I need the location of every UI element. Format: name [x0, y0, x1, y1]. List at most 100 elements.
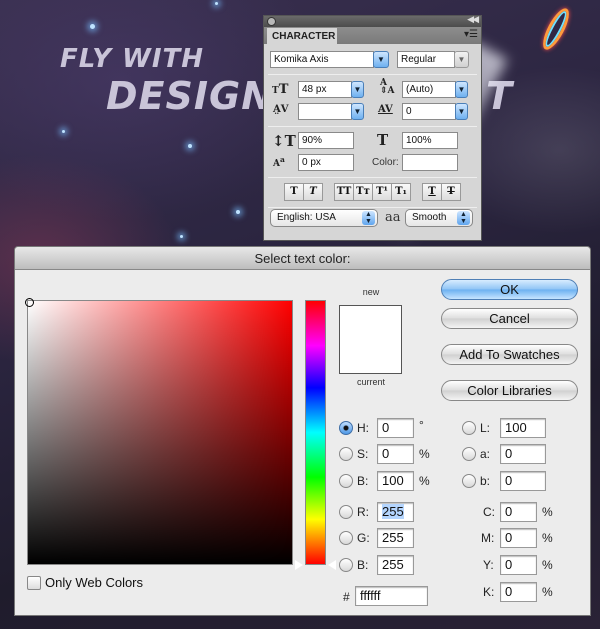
star [188, 144, 192, 148]
collapse-icon[interactable]: ◀◀ [467, 14, 479, 25]
hue-slider-arrow-right[interactable] [328, 560, 336, 570]
baseline-shift-field[interactable]: 0 px [298, 154, 354, 171]
faux-italic-button[interactable]: T [303, 183, 323, 201]
color-label: Color: [372, 157, 399, 168]
superscript-button[interactable]: T¹ [372, 183, 392, 201]
rocket-icon [538, 4, 574, 54]
green-label: G: [357, 531, 370, 545]
faux-bold-button[interactable]: T [284, 183, 304, 201]
strikethrough-button[interactable]: T [441, 183, 461, 201]
font-style-dropdown[interactable]: ▼ [454, 51, 469, 68]
green-radio[interactable] [339, 531, 353, 545]
lab-b-field[interactable]: 0 [500, 471, 546, 491]
small-caps-button[interactable]: Tт [353, 183, 373, 201]
brightness-label: B: [357, 474, 369, 488]
lab-a-field[interactable]: 0 [500, 444, 546, 464]
red-value: 255 [382, 504, 404, 519]
add-to-swatches-button[interactable]: Add To Swatches [441, 344, 578, 365]
tab-character[interactable]: CHARACTER [267, 28, 337, 44]
font-size-dropdown[interactable]: ▼ [351, 81, 364, 98]
vertical-scale-icon: ↕T [272, 132, 296, 150]
yellow-field[interactable]: 0 [500, 555, 537, 575]
saturation-label: S: [357, 447, 369, 461]
hue-field[interactable]: 0 [377, 418, 414, 438]
baseline-shift-icon: Aa [273, 155, 285, 169]
close-icon[interactable] [267, 17, 276, 26]
cyan-unit: % [542, 505, 553, 519]
antialias-value: Smooth [412, 212, 447, 223]
color-libraries-button[interactable]: Color Libraries [441, 380, 578, 401]
horizontal-scale-field[interactable]: 100% [402, 132, 458, 149]
star [180, 235, 183, 238]
color-preview-swatch[interactable] [339, 305, 402, 374]
font-size-icon: TT [272, 82, 289, 97]
panel-titlebar[interactable]: ◀◀ [264, 14, 481, 27]
star [62, 130, 65, 133]
black-label: K: [483, 585, 495, 599]
red-field[interactable]: 255 [377, 502, 414, 522]
red-radio[interactable] [339, 505, 353, 519]
tracking-dropdown[interactable]: ▼ [455, 103, 468, 120]
language-value: English: USA [277, 212, 336, 223]
green-field[interactable]: 255 [377, 528, 414, 548]
headline-line1: FLY WITH [60, 44, 205, 74]
magenta-field[interactable]: 0 [500, 528, 537, 548]
font-family-dropdown[interactable]: ▼ [373, 51, 389, 68]
saturation-radio[interactable] [339, 447, 353, 461]
black-field[interactable]: 0 [500, 582, 537, 602]
subscript-button[interactable]: T₁ [391, 183, 411, 201]
star [90, 24, 95, 29]
stepper-arrows-icon: ▲ ▼ [457, 211, 470, 225]
cancel-button[interactable]: Cancel [441, 308, 578, 329]
saturation-brightness-field[interactable] [25, 298, 293, 565]
color-picker-dialog: Select text color: new current OK Cancel… [14, 246, 591, 616]
color-swatch-field[interactable] [402, 154, 458, 171]
leading-field[interactable]: (Auto) [402, 81, 456, 98]
kerning-field[interactable] [298, 103, 352, 120]
font-style-field[interactable]: Regular [397, 51, 455, 68]
brightness-field[interactable]: 100 [377, 471, 414, 491]
lab-a-radio[interactable] [462, 447, 476, 461]
saturation-field[interactable]: 0 [377, 444, 414, 464]
blue-radio[interactable] [339, 558, 353, 572]
brightness-radio[interactable] [339, 474, 353, 488]
kerning-dropdown[interactable]: ▼ [351, 103, 364, 120]
current-label: current [356, 377, 385, 387]
only-web-colors-label[interactable]: Only Web Colors [45, 575, 143, 590]
leading-dropdown[interactable]: ▼ [455, 81, 468, 98]
font-family-field[interactable]: Komika Axis [270, 51, 374, 68]
color-picker-marker[interactable] [25, 298, 34, 307]
vertical-scale-field[interactable]: 90% [298, 132, 354, 149]
font-size-field[interactable]: 48 px [298, 81, 352, 98]
hue-slider[interactable] [305, 300, 326, 565]
horizontal-scale-icon: T [377, 131, 389, 149]
cyan-label: C: [483, 505, 495, 519]
lab-b-radio[interactable] [462, 474, 476, 488]
blue-field[interactable]: 255 [377, 555, 414, 575]
language-select[interactable]: English: USA ▲ ▼ [270, 209, 378, 227]
lightness-radio[interactable] [462, 421, 476, 435]
hex-label: # [343, 590, 350, 604]
yellow-label: Y: [483, 558, 494, 572]
lab-b-label: b: [480, 474, 491, 488]
leading-icon: A ⇕A [380, 78, 395, 96]
hue-radio[interactable] [339, 421, 353, 435]
tracking-icon: AV [378, 104, 393, 115]
tracking-field[interactable]: 0 [402, 103, 456, 120]
hue-slider-arrow-left[interactable] [295, 560, 303, 570]
kerning-icon: A̤V [273, 104, 289, 115]
all-caps-button[interactable]: TT [334, 183, 354, 201]
underline-button[interactable]: T [422, 183, 442, 201]
dialog-title: Select text color: [15, 247, 590, 270]
hex-field[interactable]: ffffff [355, 586, 428, 606]
magenta-label: M: [481, 531, 495, 545]
only-web-colors-checkbox[interactable] [27, 576, 41, 590]
cyan-field[interactable]: 0 [500, 502, 537, 522]
antialias-select[interactable]: Smooth ▲ ▼ [405, 209, 473, 227]
panel-menu-icon[interactable]: ▾☰ [464, 29, 478, 40]
ok-button[interactable]: OK [441, 279, 578, 300]
divider [268, 207, 477, 208]
black-unit: % [542, 585, 553, 599]
lightness-field[interactable]: 100 [500, 418, 546, 438]
red-label: R: [357, 505, 369, 519]
